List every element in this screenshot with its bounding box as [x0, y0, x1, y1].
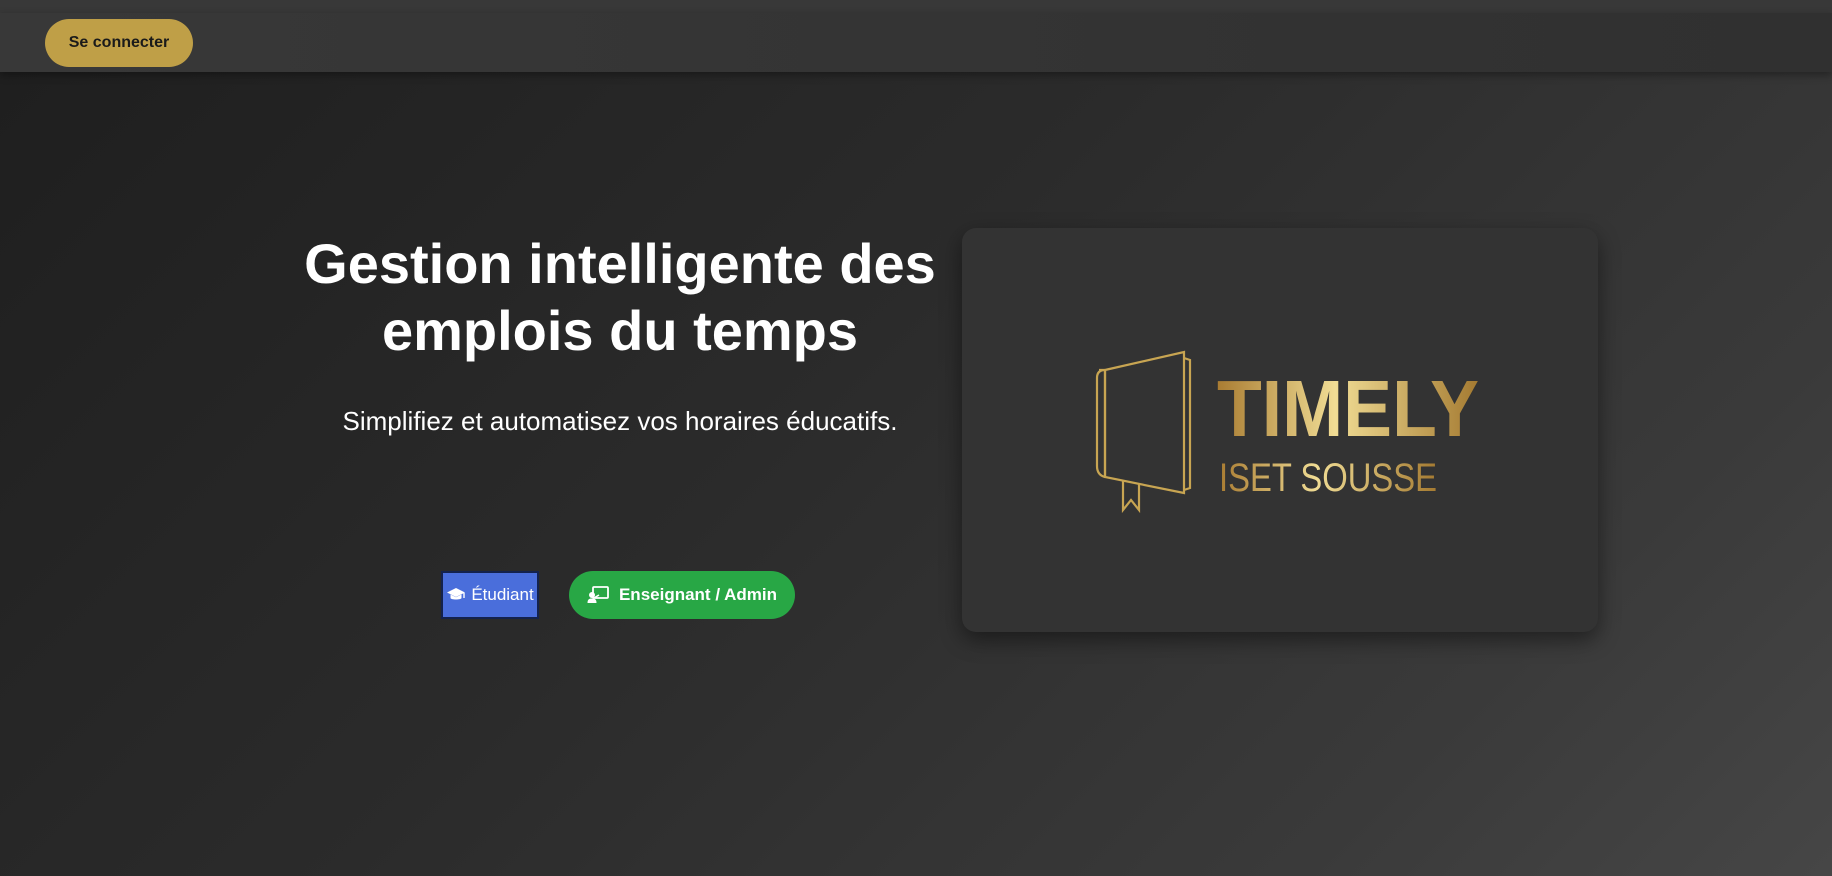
- chalkboard-teacher-icon: [587, 586, 609, 604]
- hero-subtitle: Simplifiez et automatisez vos horaires é…: [342, 406, 898, 436]
- student-button[interactable]: Étudiant: [441, 571, 539, 619]
- timely-logo: TIMELY ISET SOUSSE: [1087, 348, 1487, 523]
- logo-brand: TIMELY: [1217, 364, 1479, 453]
- hero-text: Gestion intelligente des emplois du temp…: [300, 230, 940, 437]
- teacher-button-label: Enseignant / Admin: [618, 585, 778, 604]
- logo-tagline: ISET SOUSSE: [1219, 456, 1437, 500]
- graduation-cap-icon: [446, 587, 466, 603]
- student-button-label: Étudiant: [471, 585, 534, 604]
- role-buttons: Étudiant Enseignant / Admin: [441, 571, 795, 619]
- teacher-admin-button[interactable]: Enseignant / Admin: [569, 571, 795, 619]
- book-icon: [1095, 350, 1192, 514]
- hero-title: Gestion intelligente des emplois du temp…: [304, 232, 936, 362]
- logo-card: TIMELY ISET SOUSSE: [962, 228, 1598, 632]
- login-button[interactable]: Se connecter: [45, 19, 193, 67]
- top-strip: [0, 0, 1832, 13]
- navbar: Se connecter: [0, 13, 1832, 72]
